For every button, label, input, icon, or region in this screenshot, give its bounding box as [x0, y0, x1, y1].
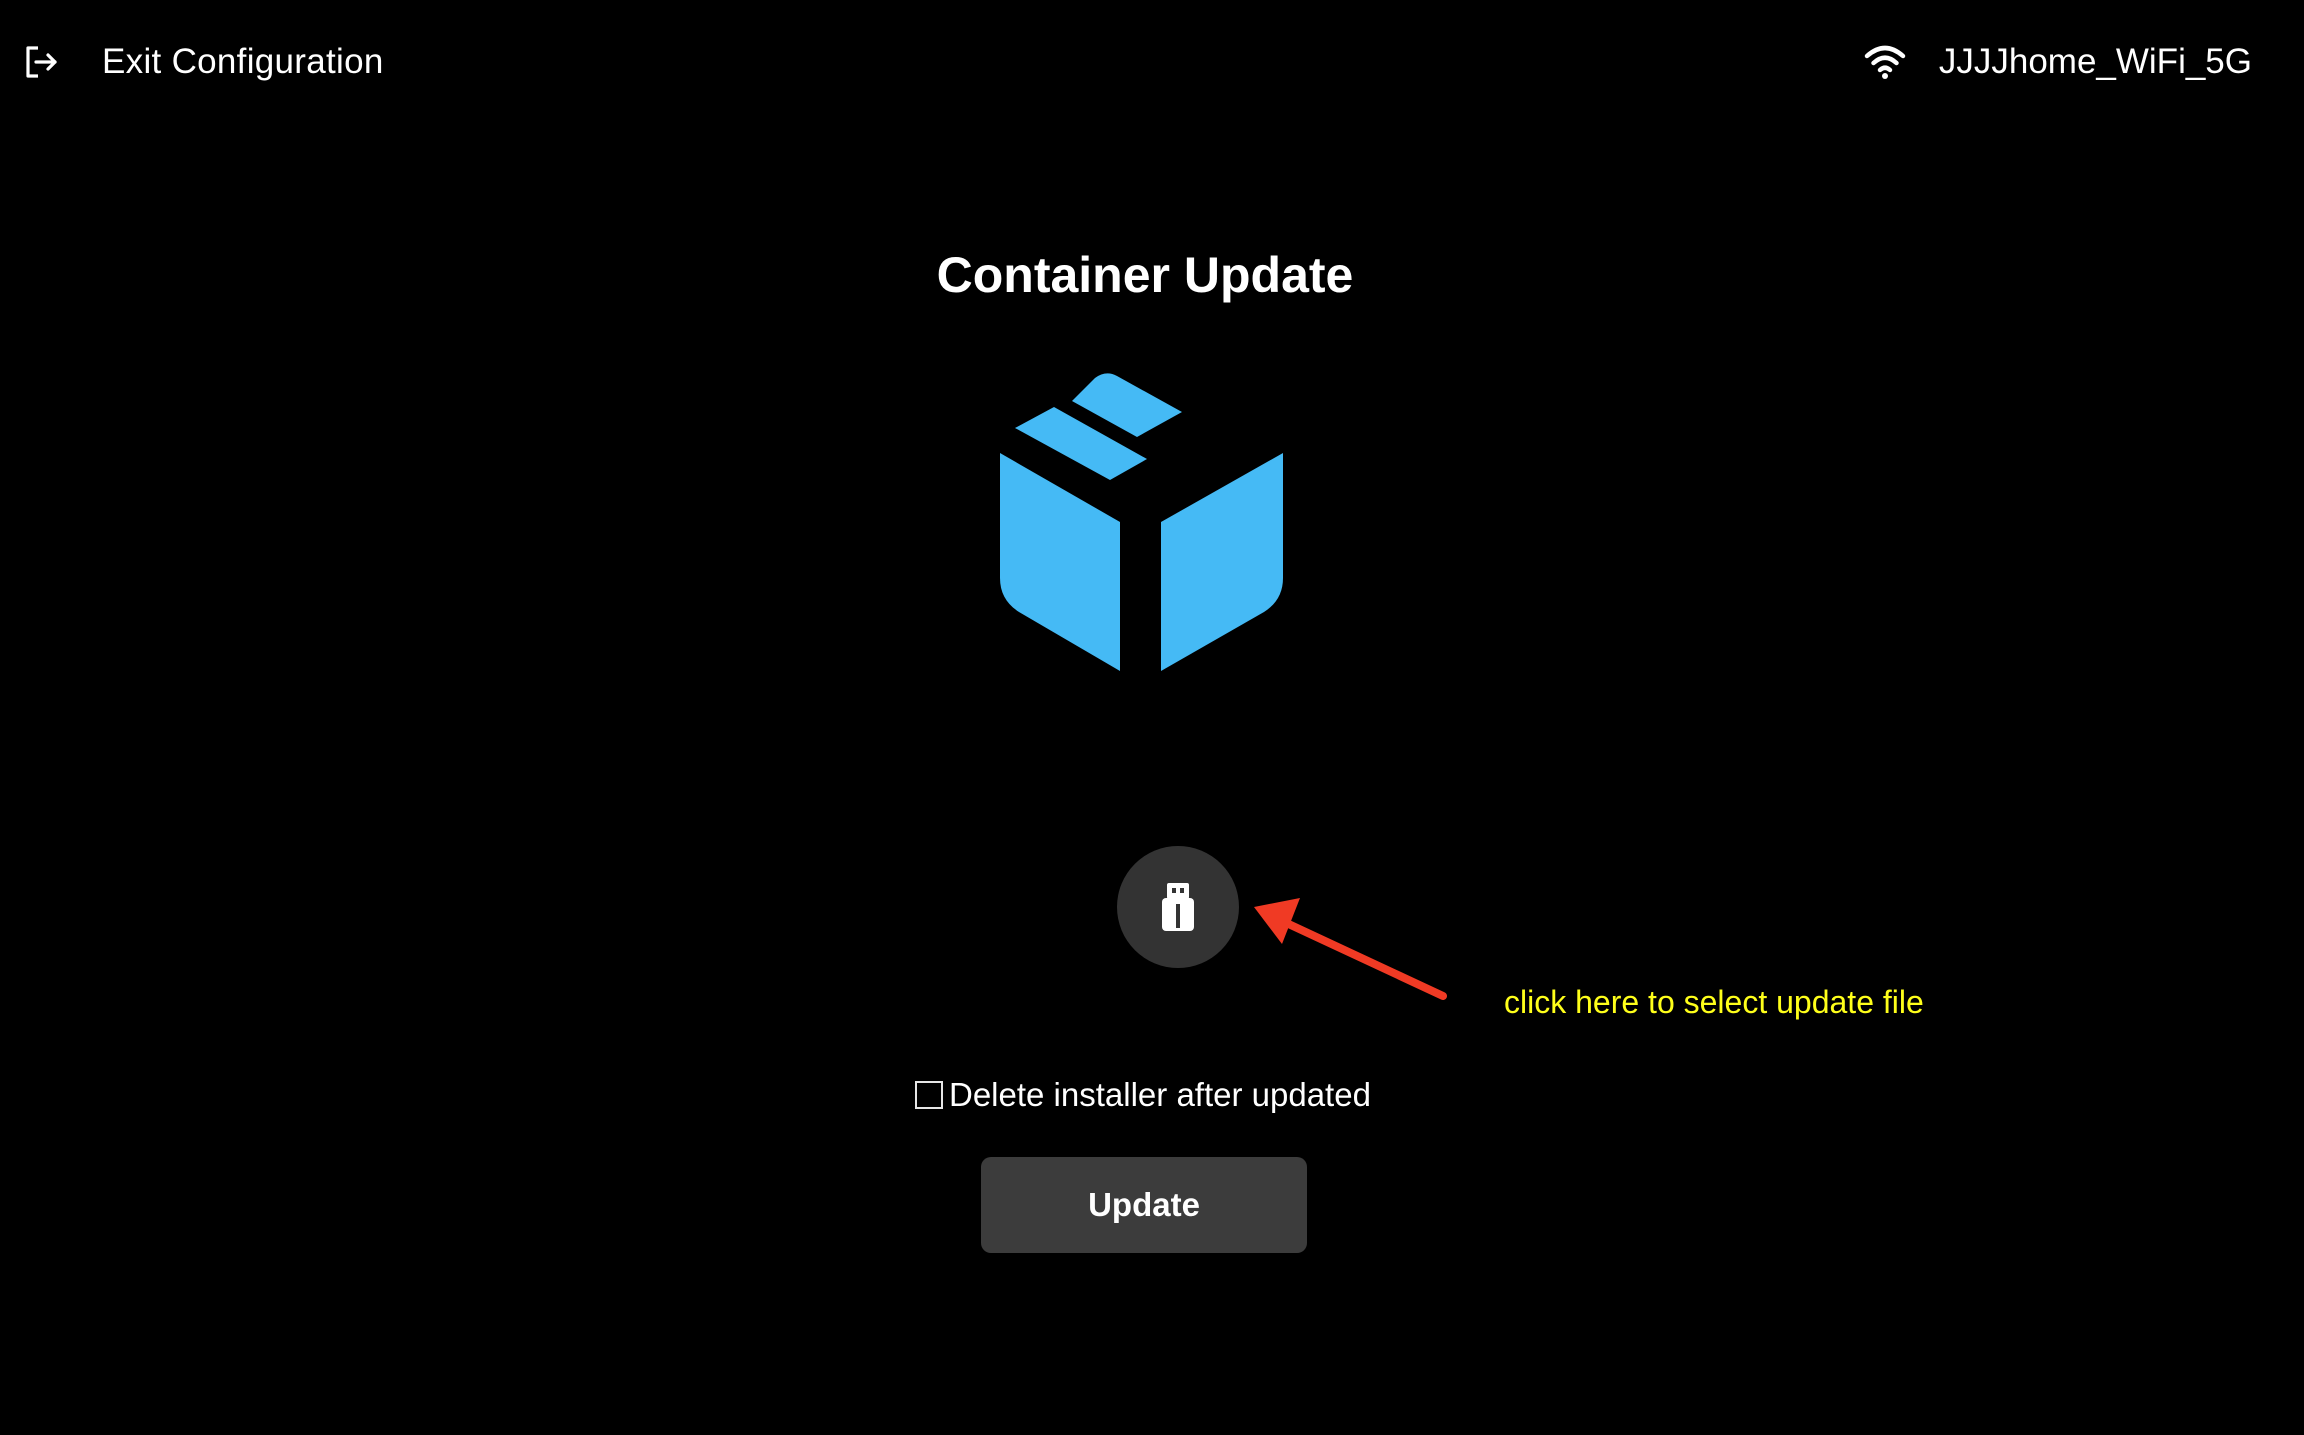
- container-update-screen: Exit Configuration JJJJhome_WiFi_5G Cont…: [0, 0, 2304, 1435]
- delete-installer-checkbox-row[interactable]: Delete installer after updated: [915, 1076, 1371, 1114]
- exit-icon: [26, 46, 57, 78]
- annotation-text: click here to select update file: [1504, 984, 1924, 1020]
- exit-configuration-label: Exit Configuration: [102, 42, 384, 81]
- exit-configuration-button[interactable]: Exit Configuration: [22, 30, 384, 94]
- wifi-status: JJJJhome_WiFi_5G: [1863, 30, 2252, 94]
- wifi-network-name: JJJJhome_WiFi_5G: [1938, 42, 2252, 81]
- wifi-icon: [1864, 45, 1906, 79]
- usb-drive-icon: [1162, 883, 1194, 931]
- annotation-arrow-icon: [1254, 898, 1447, 1000]
- page-title: Container Update: [936, 247, 1354, 303]
- delete-installer-checkbox[interactable]: [915, 1081, 943, 1109]
- delete-installer-label: Delete installer after updated: [949, 1076, 1371, 1113]
- update-button[interactable]: Update: [981, 1157, 1307, 1253]
- select-update-file-button[interactable]: [1117, 846, 1239, 968]
- package-box-icon: [1000, 373, 1283, 671]
